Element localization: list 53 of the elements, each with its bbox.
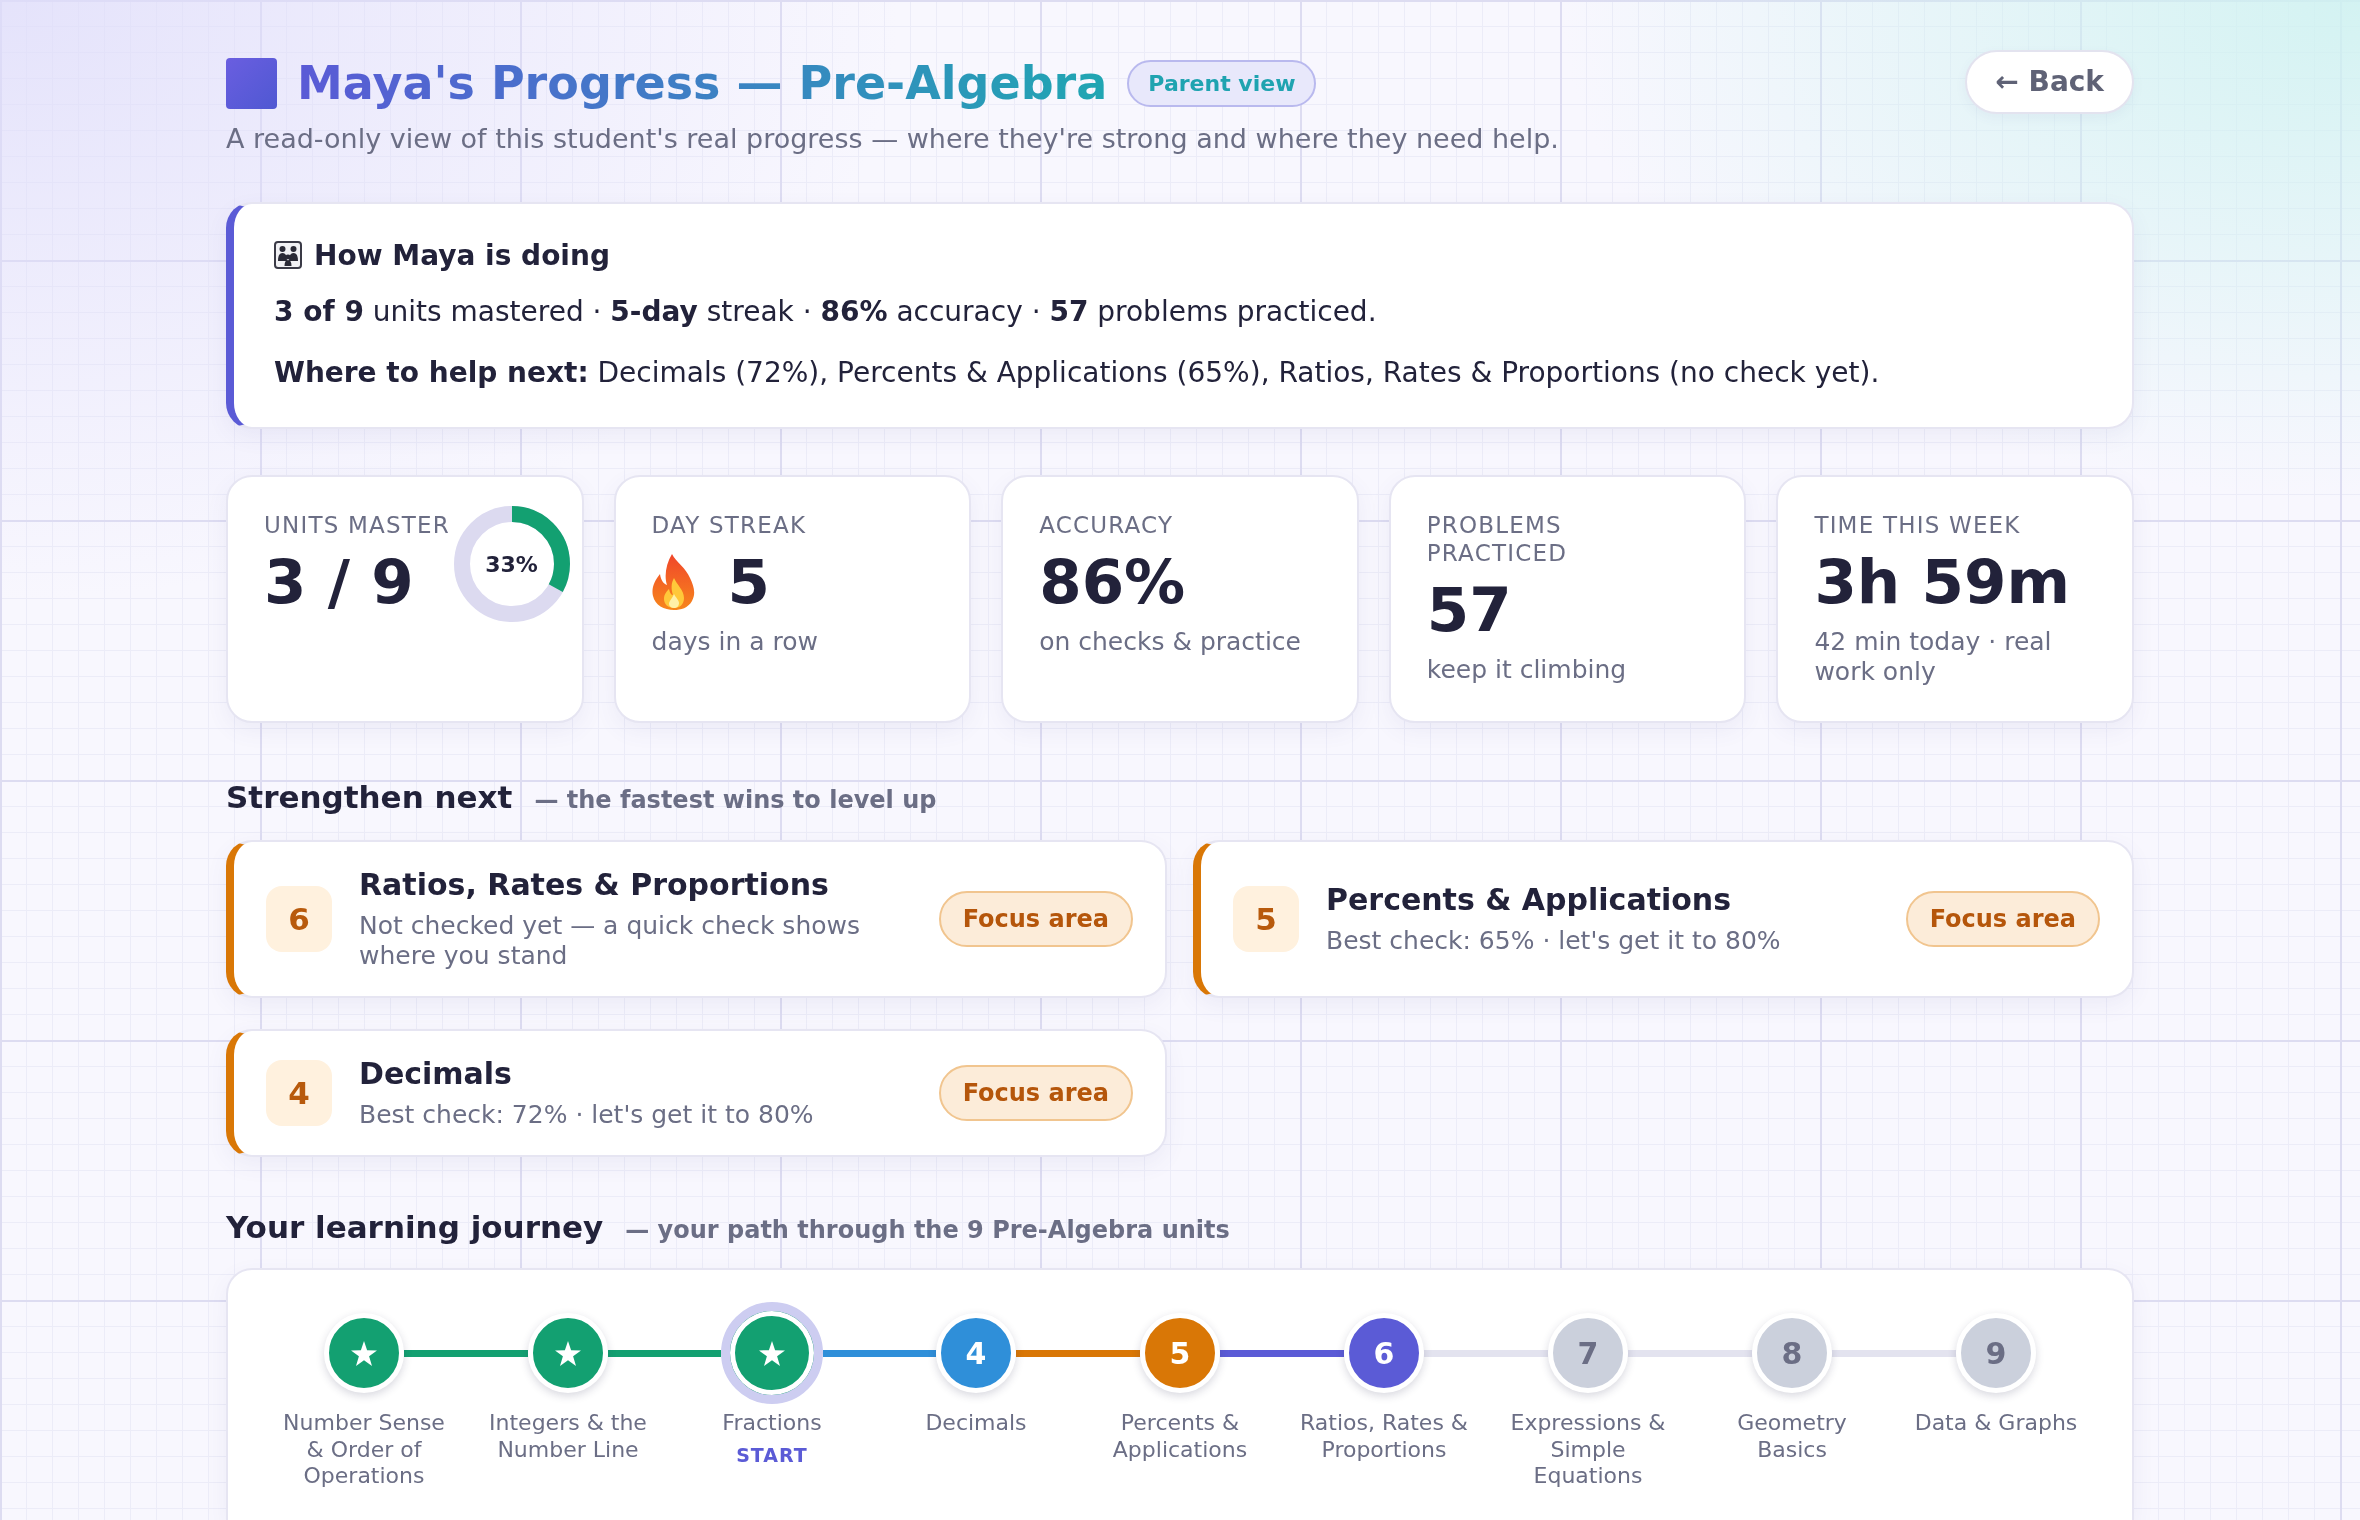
stat-label: TIME THIS WEEK [1814,512,2021,540]
section-title: Your learning journey [226,1209,604,1247]
summary-title: How Maya is doing [314,238,610,273]
unit-name: Decimals [925,1410,1027,1437]
square-icon [226,58,277,110]
focus-title: Percents & Applications [1326,882,1733,919]
section-subtitle: — your path through the 9 Pre-Algebra units [625,1215,1230,1247]
unit-name: Data & Graphs [1914,1410,2078,1437]
unit-number-tile: 4 [266,1060,332,1127]
stat-value: 5 [727,547,771,618]
section-subtitle: — the fastest wins to level up [534,785,937,817]
stat-label: UNITS MASTER [264,512,450,540]
stat-value: 86% [1039,547,1186,618]
unit-number-tile: 6 [266,886,332,953]
stat-value: 57 [1426,574,1512,645]
stat-note: days in a row [651,627,820,658]
stat-label: PROBLEMS PRACTICED [1426,512,1569,568]
flame-icon [651,554,696,611]
stat-note: on checks & practice [1039,627,1302,658]
focus-note: Best check: 65% · let's get it to 80% [1326,926,1782,957]
page-subtitle: A read-only view of this student's real progress — where they're strong and where they need help. [226,122,1559,157]
start-tag: START [736,1440,808,1470]
section-title: Strengthen next [226,779,513,817]
unit-name: Number Sense & Order of Operations [282,1410,446,1490]
focus-title: Decimals [359,1056,513,1093]
unit-name: Ratios, Rates & Proportions [1299,1410,1469,1464]
unit-name: Geometry Basics [1736,1410,1848,1464]
unit-number-tile: 5 [1233,886,1299,953]
stat-note: keep it climbing [1426,655,1628,685]
stat-note: 42 min today · real work only [1814,627,2053,688]
focus-area-badge: Focus area [938,891,1133,948]
family-icon [274,241,302,270]
star-icon [351,1340,377,1366]
focus-area-badge: Focus area [938,1065,1133,1122]
parent-view-badge: Parent view [1127,60,1317,108]
focus-title: Ratios, Rates & Proportions [359,867,830,904]
focus-note: Best check: 72% · let's get it to 80% [359,1100,815,1131]
stat-label: ACCURACY [1039,512,1174,540]
unit-name: Percents & Applications [1111,1410,1249,1464]
back-button[interactable]: ← Back [1965,50,2134,114]
unit-name: Expressions & Simple Equations [1509,1410,1667,1490]
summary-text: Where to help next: Decimals (72%), Percents & Applications (65%), Ratios, Rates & Proportions (no check yet). [274,355,1881,391]
stat-label: DAY STREAK [651,512,807,540]
ring-percent: 33% [485,550,538,579]
star-icon [759,1340,785,1366]
stat-value: 3h 59m [1814,547,2070,618]
focus-note: Not checked yet — a quick check shows where you stand [359,911,861,972]
unit-name: Integers & the Number Line [488,1410,648,1464]
focus-area-badge: Focus area [1905,891,2100,948]
stat-value: 3 / 9 [264,547,414,618]
summary-text: 3 of 9 units mastered · 5-day streak · 86% accuracy · 57 problems practiced. [274,294,1378,330]
unit-name: Fractions [722,1410,822,1437]
star-icon [555,1340,581,1366]
